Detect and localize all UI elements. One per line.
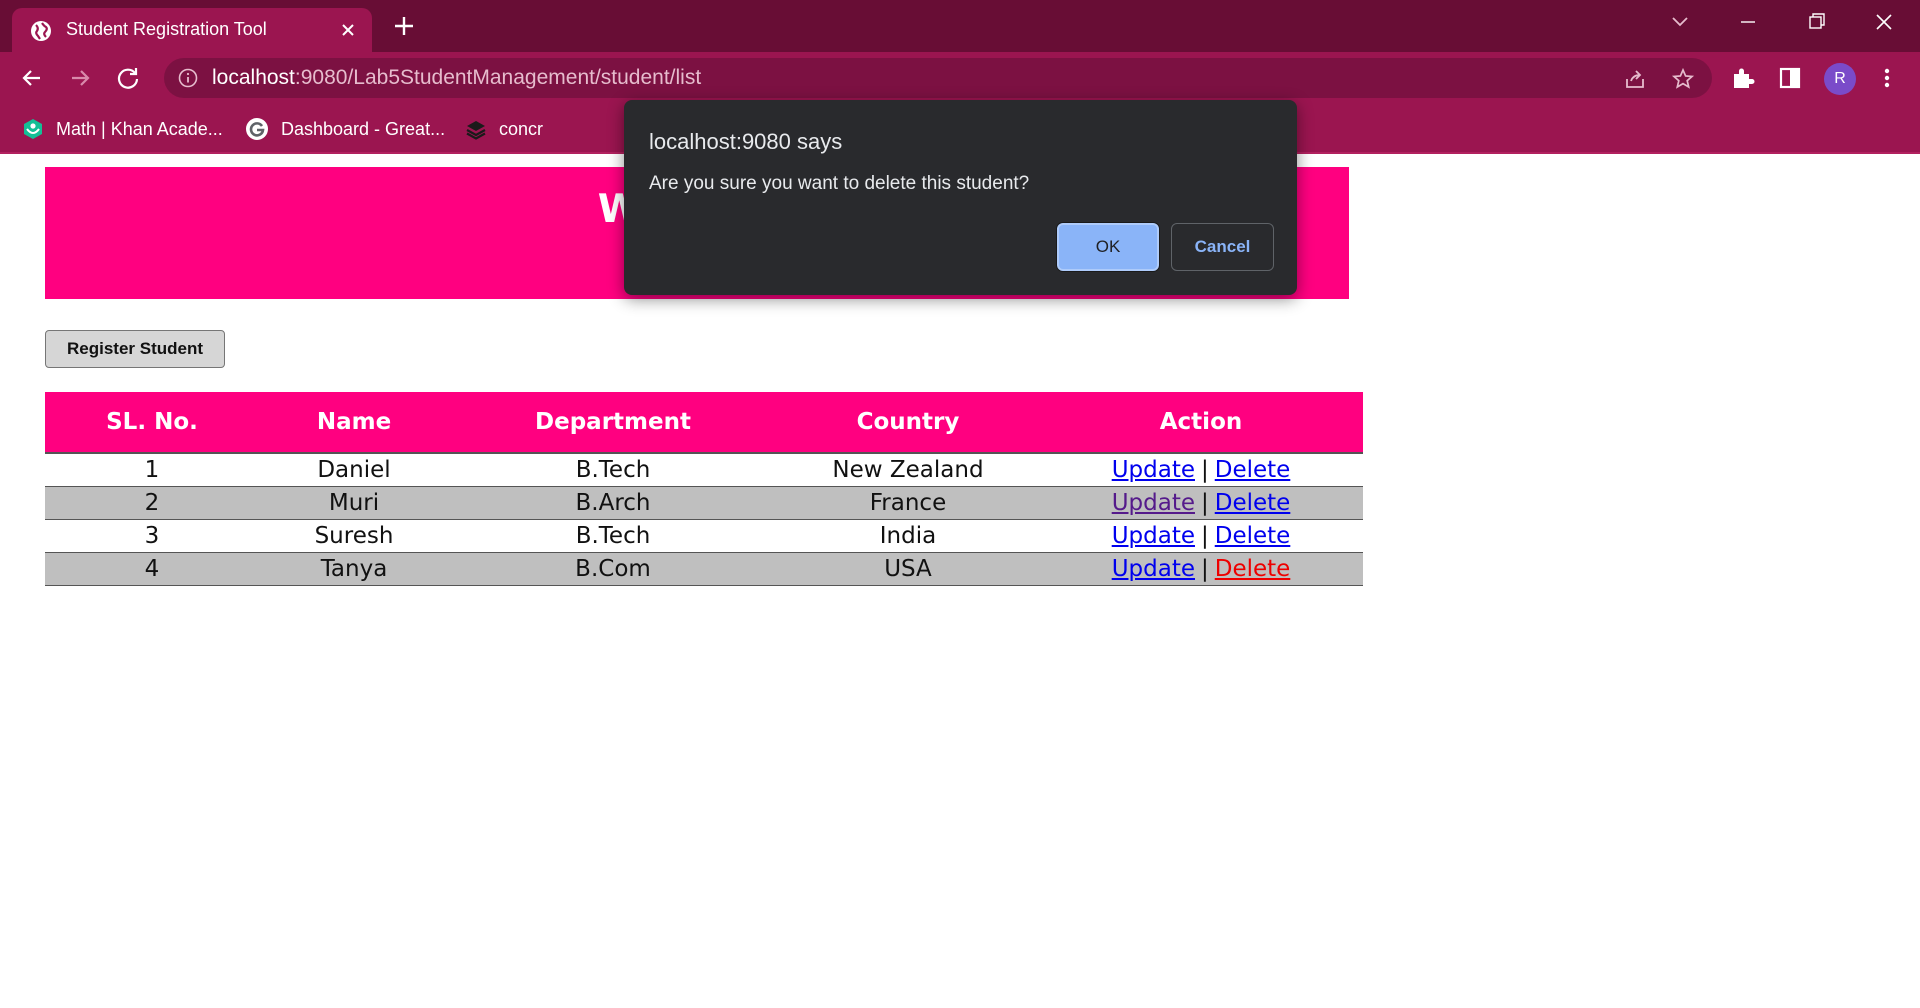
cell-country: India [879, 522, 937, 549]
update-link[interactable]: Update [1112, 556, 1195, 582]
bookmark-concr[interactable]: concr [465, 116, 543, 142]
url-path: :9080/Lab5StudentManagement/student/list [294, 66, 702, 89]
google-icon [246, 118, 268, 140]
cell-department: B.Tech [575, 522, 651, 549]
cell-country: USA [884, 555, 932, 582]
cell-name: Muri [328, 489, 380, 516]
delete-link[interactable]: Delete [1215, 490, 1291, 516]
cell-action: Update | Delete [1039, 552, 1363, 585]
dialog-title: localhost:9080 says [649, 129, 843, 154]
bookmark-star-icon[interactable] [1671, 67, 1695, 91]
cell-department: B.Tech [575, 456, 651, 483]
reload-icon[interactable] [114, 64, 142, 92]
cell-sl: 3 [144, 522, 160, 549]
bookmark-label: concr [499, 118, 544, 139]
table-row: 4 Tanya B.Com USA Update | Delete [45, 552, 1363, 585]
back-arrow-icon[interactable] [18, 64, 46, 92]
cell-sl: 1 [144, 456, 160, 483]
cell-name: Tanya [320, 555, 388, 582]
delete-link[interactable]: Delete [1215, 457, 1291, 483]
globe-icon [31, 21, 51, 41]
table-row: 2 Muri B.Arch France Update | Delete [45, 486, 1363, 519]
column-header-sl: SL. No. [45, 392, 259, 453]
students-table: SL. No. Name Department Country Action 1… [45, 392, 1363, 586]
profile-avatar[interactable]: R [1824, 63, 1856, 95]
dialog-message: Are you sure you want to delete this stu… [649, 173, 1030, 194]
ok-button[interactable]: OK [1057, 223, 1159, 271]
close-icon[interactable] [336, 18, 360, 42]
address-bar[interactable]: localhost:9080/Lab5StudentManagement/stu… [164, 58, 1712, 98]
cell-action: Update | Delete [1039, 486, 1363, 519]
action-separator: | [1200, 555, 1209, 582]
cell-department: B.Com [575, 555, 651, 582]
cell-country: France [869, 489, 947, 516]
column-header-action: Action [1039, 392, 1363, 453]
cell-country: New Zealand [832, 456, 984, 483]
url-text[interactable]: localhost:9080/Lab5StudentManagement/stu… [212, 66, 701, 90]
action-separator: | [1200, 489, 1209, 516]
table-header-row: SL. No. Name Department Country Action [45, 392, 1363, 453]
more-menu-icon[interactable] [1874, 65, 1900, 91]
confirm-dialog: localhost:9080 says Are you sure you wan… [624, 100, 1297, 295]
cell-name: Daniel [317, 456, 391, 483]
cell-sl: 2 [144, 489, 160, 516]
browser-titlebar: Student Registration Tool [0, 0, 1920, 52]
column-header-department: Department [449, 392, 777, 453]
tab-title: Student Registration Tool [66, 19, 267, 39]
column-header-name: Name [259, 392, 449, 453]
tab-search-chevron-icon[interactable] [1660, 8, 1700, 36]
share-icon[interactable] [1623, 67, 1647, 91]
url-host: localhost [212, 66, 295, 89]
site-info-icon[interactable] [178, 68, 198, 88]
column-header-country: Country [777, 392, 1039, 453]
action-separator: | [1200, 522, 1209, 549]
minimize-icon[interactable] [1728, 8, 1768, 36]
browser-tab[interactable]: Student Registration Tool [12, 8, 372, 52]
concr-layers-icon [466, 121, 486, 140]
register-student-button[interactable]: Register Student [45, 330, 225, 368]
update-link[interactable]: Update [1112, 523, 1195, 549]
bookmark-dashboard[interactable]: Dashboard - Great... [245, 116, 445, 142]
bookmark-khan-academy[interactable]: Math | Khan Acade... [22, 116, 223, 142]
update-link[interactable]: Update [1112, 457, 1195, 483]
bookmark-label: Math | Khan Acade... [56, 118, 223, 139]
delete-link[interactable]: Delete [1215, 523, 1291, 549]
cell-department: B.Arch [575, 489, 651, 516]
extensions-puzzle-icon[interactable] [1730, 65, 1756, 91]
update-link[interactable]: Update [1112, 490, 1195, 516]
cell-name: Suresh [314, 522, 394, 549]
restore-icon[interactable] [1796, 8, 1836, 36]
cancel-button[interactable]: Cancel [1171, 223, 1274, 271]
cell-sl: 4 [144, 555, 160, 582]
browser-toolbar: localhost:9080/Lab5StudentManagement/stu… [0, 52, 1920, 104]
forward-arrow-icon[interactable] [66, 64, 94, 92]
new-tab-plus-icon[interactable] [390, 12, 418, 40]
cell-action: Update | Delete [1039, 453, 1363, 486]
bookmark-label: Dashboard - Great... [281, 118, 446, 139]
action-separator: | [1200, 456, 1209, 483]
khan-academy-icon [24, 119, 42, 139]
table-row: 1 Daniel B.Tech New Zealand Update | Delet… [45, 453, 1363, 486]
cell-action: Update | Delete [1039, 519, 1363, 552]
delete-link[interactable]: Delete [1215, 556, 1291, 582]
window-close-icon[interactable] [1864, 8, 1904, 36]
table-row: 3 Suresh B.Tech India Update | Delete [45, 519, 1363, 552]
side-panel-icon[interactable] [1777, 65, 1803, 91]
